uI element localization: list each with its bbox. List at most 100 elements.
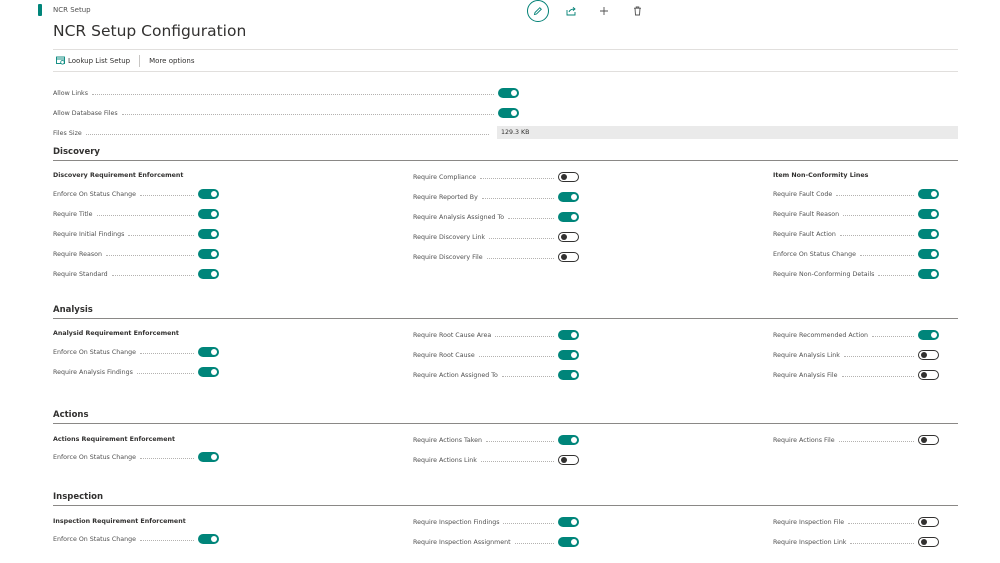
field-label: Require Inspection Link (773, 538, 847, 546)
field-analysis-require-analysis-link: Require Analysis Link (773, 349, 939, 361)
field-leader (139, 352, 194, 354)
require-title-toggle[interactable] (198, 209, 219, 219)
section-discovery[interactable]: Discovery (53, 147, 958, 161)
field-leader (841, 375, 914, 377)
field-label: Require Discovery Link (413, 233, 486, 241)
require-analysis-link-toggle[interactable] (918, 350, 939, 360)
field-leader (836, 194, 914, 196)
inspection-enforcement-header: Inspection Requirement Enforcement (53, 518, 186, 525)
require-reason-toggle[interactable] (198, 249, 219, 259)
enforce-on-status-change-toggle[interactable] (198, 534, 219, 544)
field-label: Files Size (53, 129, 82, 137)
field-label: Require Analysis File (773, 371, 838, 379)
field-discovery-require-title: Require Title (53, 208, 219, 220)
field-label: Require Reason (53, 250, 102, 258)
require-reported-by-toggle[interactable] (558, 192, 579, 202)
field-discovery-require-reason: Require Reason (53, 248, 219, 260)
add-icon[interactable] (593, 0, 615, 22)
field-label: Require Fault Reason (773, 210, 840, 218)
field-label: Require Actions File (773, 436, 835, 444)
field-label: Require Title (53, 210, 93, 218)
field-discovery-require-compliance: Require Compliance (413, 171, 579, 183)
field-leader (495, 335, 554, 337)
field-label: Require Standard (53, 270, 108, 278)
field-actions-require-actions-taken: Require Actions Taken (413, 434, 579, 446)
require-discovery-link-toggle[interactable] (558, 232, 579, 242)
field-label: Require Actions Link (413, 456, 477, 464)
require-fault-action-toggle[interactable] (918, 229, 939, 239)
require-inspection-file-toggle[interactable] (918, 517, 939, 527)
lookup-list-icon (56, 56, 65, 65)
require-fault-code-toggle[interactable] (918, 189, 939, 199)
field-leader (501, 375, 554, 377)
field-leader (839, 234, 914, 236)
require-inspection-assignment-toggle[interactable] (558, 537, 579, 547)
field-leader (485, 440, 554, 442)
require-initial-findings-toggle[interactable] (198, 229, 219, 239)
section-inspection[interactable]: Inspection (53, 492, 958, 506)
delete-icon[interactable] (626, 0, 648, 22)
allow-links-toggle[interactable] (498, 88, 519, 98)
field-leader (489, 237, 554, 239)
field-actions-require-actions-link: Require Actions Link (413, 454, 579, 466)
require-non-conforming-details-toggle[interactable] (918, 269, 939, 279)
section-actions[interactable]: Actions (53, 410, 958, 424)
field-leader (139, 539, 194, 541)
share-icon[interactable] (560, 0, 582, 22)
field-leader (121, 113, 494, 115)
files-size-value: 129.3 KB (497, 126, 958, 139)
require-standard-toggle[interactable] (198, 269, 219, 279)
enforce-on-status-change-toggle[interactable] (918, 249, 939, 259)
section-analysis[interactable]: Analysis (53, 305, 958, 319)
require-inspection-findings-toggle[interactable] (558, 517, 579, 527)
require-compliance-toggle[interactable] (558, 172, 579, 182)
require-root-cause-area-toggle[interactable] (558, 330, 579, 340)
require-root-cause-toggle[interactable] (558, 350, 579, 360)
enforce-on-status-change-toggle[interactable] (198, 452, 219, 462)
require-analysis-assigned-to-toggle[interactable] (558, 212, 579, 222)
field-leader (878, 274, 914, 276)
field-leader (481, 197, 554, 199)
edit-icon[interactable] (527, 0, 549, 22)
require-recommended-action-toggle[interactable] (918, 330, 939, 340)
page-actions (527, 0, 659, 22)
field-discovery-require-discovery-file: Require Discovery File (413, 251, 579, 263)
field-label: Require Root Cause Area (413, 331, 492, 339)
item-non-conformity-header: Item Non-Conformity Lines (773, 172, 869, 179)
require-actions-file-toggle[interactable] (918, 435, 939, 445)
field-label: Require Analysis Link (773, 351, 840, 359)
field-leader (128, 234, 194, 236)
actions-enforcement-header: Actions Requirement Enforcement (53, 436, 175, 443)
require-discovery-file-toggle[interactable] (558, 252, 579, 262)
require-analysis-file-toggle[interactable] (918, 370, 939, 380)
require-fault-reason-toggle[interactable] (918, 209, 939, 219)
field-label: Enforce On Status Change (773, 250, 856, 258)
field-discovery-enforce-on-status-change: Enforce On Status Change (773, 248, 939, 260)
breadcrumb[interactable]: NCR Setup (53, 6, 91, 14)
lookup-list-setup-button[interactable]: Lookup List Setup (53, 56, 134, 65)
analysis-enforcement-header: Analysid Requirement Enforcement (53, 330, 179, 337)
allow-database-files-toggle[interactable] (498, 108, 519, 118)
lookup-list-setup-label: Lookup List Setup (68, 56, 131, 65)
require-actions-link-toggle[interactable] (558, 455, 579, 465)
field-analysis-require-analysis-file: Require Analysis File (773, 369, 939, 381)
field-discovery-require-reported-by: Require Reported By (413, 191, 579, 203)
field-leader (139, 457, 194, 459)
field-inspection-require-inspection-assignment: Require Inspection Assignment (413, 536, 579, 548)
field-discovery-require-non-conforming-details: Require Non-Conforming Details (773, 268, 939, 280)
require-analysis-findings-toggle[interactable] (198, 367, 219, 377)
field-inspection-require-inspection-findings: Require Inspection Findings (413, 516, 579, 528)
require-inspection-link-toggle[interactable] (918, 537, 939, 547)
field-leader (92, 93, 494, 95)
field-analysis-enforce-on-status-change: Enforce On Status Change (53, 346, 219, 358)
field-leader (843, 355, 914, 357)
field-inspection-require-inspection-file: Require Inspection File (773, 516, 939, 528)
enforce-on-status-change-toggle[interactable] (198, 189, 219, 199)
enforce-on-status-change-toggle[interactable] (198, 347, 219, 357)
require-action-assigned-to-toggle[interactable] (558, 370, 579, 380)
discovery-enforcement-header: Discovery Requirement Enforcement (53, 172, 184, 179)
require-actions-taken-toggle[interactable] (558, 435, 579, 445)
page-title: NCR Setup Configuration (53, 22, 247, 40)
more-options-button[interactable]: More options (145, 57, 198, 65)
field-leader (480, 177, 554, 179)
